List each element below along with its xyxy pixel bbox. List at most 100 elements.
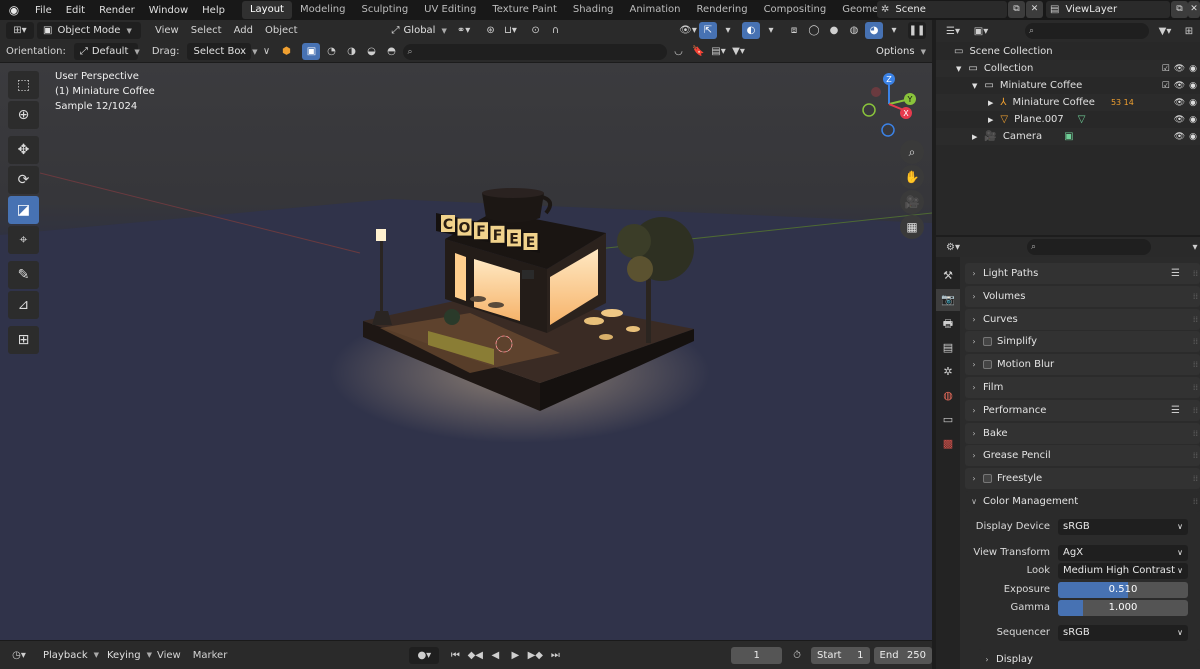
proportional-edit-icon[interactable]: ⊙ bbox=[527, 22, 545, 39]
outliner-row-scene-collection[interactable]: ▭ Scene Collection bbox=[936, 43, 1200, 60]
menu-view[interactable]: View bbox=[149, 25, 185, 36]
timeline-editor-icon[interactable]: ◷▾ bbox=[6, 647, 32, 664]
drag-grip-icon[interactable]: ⁞⁞ bbox=[1193, 315, 1198, 324]
select-invert-icon[interactable]: ◒ bbox=[362, 43, 380, 60]
scene-tab-icon[interactable]: ✲ bbox=[936, 361, 960, 383]
play-reverse-icon[interactable]: ◀ bbox=[486, 647, 504, 664]
collection-tab-icon[interactable]: ▭ bbox=[936, 409, 960, 431]
drag-grip-icon[interactable]: ⁞⁞ bbox=[1193, 269, 1198, 278]
drag-grip-icon[interactable]: ⁞⁞ bbox=[1193, 383, 1198, 392]
eye-icon[interactable]: 👁 bbox=[1174, 115, 1185, 125]
gizmo-neg-z[interactable] bbox=[881, 123, 895, 137]
menu-window[interactable]: Window bbox=[142, 5, 195, 16]
panel-light-paths[interactable]: › Light Paths ☰ ⁞⁞ bbox=[965, 263, 1200, 284]
panel-bake[interactable]: › Bake ⁞⁞ bbox=[965, 422, 1200, 444]
panel-freestyle[interactable]: › Freestyle ⁞⁞ bbox=[965, 468, 1200, 490]
eye-icon[interactable]: 👁 bbox=[1174, 81, 1185, 91]
navigation-gizmo[interactable]: Z Y X bbox=[856, 71, 922, 137]
checkbox-icon[interactable]: ☑ bbox=[1162, 81, 1170, 91]
gamma-slider[interactable]: 1.000 bbox=[1058, 599, 1188, 616]
jump-end-icon[interactable]: ⏭ bbox=[546, 647, 564, 664]
new-collection-icon[interactable]: ⊞ bbox=[1180, 23, 1198, 40]
select-subtract-icon[interactable]: ◑ bbox=[342, 43, 360, 60]
perspective-grid-icon[interactable]: ▦ bbox=[900, 215, 924, 239]
panel-enable-checkbox[interactable] bbox=[983, 474, 992, 484]
material-icon[interactable]: ⬢ bbox=[277, 43, 295, 60]
outliner-search-input[interactable]: ⌕ bbox=[1025, 23, 1149, 39]
select-intersect-icon[interactable]: ◓ bbox=[382, 43, 400, 60]
tab-layout[interactable]: Layout bbox=[241, 1, 292, 19]
outliner-row-miniature-coffee-collection[interactable]: ▼ ▭ Miniature Coffee ☑ 👁 ◉ bbox=[936, 77, 1200, 94]
panel-enable-checkbox[interactable] bbox=[983, 360, 992, 370]
render-tab-icon[interactable]: 📷 bbox=[936, 289, 960, 311]
drag-grip-icon[interactable]: ⁞⁞ bbox=[1193, 429, 1198, 438]
panel-grease-pencil[interactable]: › Grease Pencil ⁞⁞ bbox=[965, 445, 1200, 467]
pivot-point-icon[interactable]: ⚭▾ bbox=[455, 22, 473, 39]
sequencer-dropdown[interactable]: sRGB ∨ bbox=[1058, 624, 1188, 641]
tool-search-input[interactable]: ⌕ bbox=[403, 43, 668, 60]
view-transform-dropdown[interactable]: AgX ∨ bbox=[1058, 544, 1188, 561]
menu-add[interactable]: Add bbox=[228, 25, 259, 36]
mode-dropdown[interactable]: ▣ Object Mode ▼ bbox=[37, 22, 141, 39]
annotate-tool-icon[interactable]: ✎ bbox=[8, 261, 39, 289]
eye-icon[interactable]: 👁 bbox=[1174, 98, 1185, 108]
camera-render-icon[interactable]: ◉ bbox=[1189, 81, 1197, 91]
options-chevron-icon[interactable]: ∨ bbox=[257, 43, 275, 60]
menu-render[interactable]: Render bbox=[92, 5, 142, 16]
camera-render-icon[interactable]: ◉ bbox=[1189, 115, 1197, 125]
gizmo-neg-y[interactable] bbox=[862, 103, 876, 117]
outliner-filter-icon[interactable]: ▼▾ bbox=[1152, 23, 1178, 40]
rotate-tool-icon[interactable]: ⟳ bbox=[8, 166, 39, 194]
eye-icon[interactable]: 👁 bbox=[1174, 64, 1185, 74]
texture-tab-icon[interactable]: ▩ bbox=[936, 433, 960, 455]
timeline-menu-marker[interactable]: Marker bbox=[187, 650, 234, 661]
gizmo-options-icon[interactable]: ▾ bbox=[719, 22, 737, 39]
delete-view-layer-icon[interactable]: ✕ bbox=[1188, 1, 1200, 18]
orientation-dropdown[interactable]: ⤢ Default ▼ bbox=[73, 43, 140, 60]
options-dropdown[interactable]: Options ▼ bbox=[870, 43, 926, 60]
delete-scene-icon[interactable]: ✕ bbox=[1026, 1, 1043, 18]
view-layer-selector[interactable]: ▤ ViewLayer bbox=[1046, 1, 1170, 18]
gizmo-neg-x[interactable] bbox=[871, 87, 881, 97]
3d-viewport[interactable]: COFFEE User Perspective (1) Miniature Co… bbox=[0, 63, 932, 640]
filter-icon[interactable]: ◡ bbox=[669, 43, 687, 60]
current-frame-field[interactable]: 1 bbox=[731, 646, 783, 664]
panel-color-management[interactable]: ∨ Color Management ⁞⁞ bbox=[965, 491, 1200, 512]
drag-grip-icon[interactable]: ⁞⁞ bbox=[1193, 360, 1198, 369]
drag-grip-icon[interactable]: ⁞⁞ bbox=[1193, 406, 1198, 415]
panel-volumes[interactable]: › Volumes ⁞⁞ bbox=[965, 285, 1200, 307]
gizmo-toggle-icon[interactable]: ⇱ bbox=[699, 22, 717, 39]
snap-icon[interactable]: ⊛ bbox=[482, 22, 500, 39]
playback-dropdown[interactable]: Playback ▼ bbox=[37, 646, 99, 664]
funnel-icon[interactable]: ▼▾ bbox=[729, 43, 747, 60]
presets-list-icon[interactable]: ☰ bbox=[1171, 268, 1180, 279]
bookmark-icon[interactable]: 🔖 bbox=[689, 43, 707, 60]
stopwatch-icon[interactable]: ⏱ bbox=[788, 647, 806, 664]
outliner-row-camera[interactable]: ▶ 🎥 Camera ▣ 👁 ◉ bbox=[936, 128, 1200, 145]
outliner-row-collection[interactable]: ▼ ▭ Collection ☑ 👁 ◉ bbox=[936, 60, 1200, 77]
layout-icon[interactable]: ▤▾ bbox=[709, 43, 727, 60]
material-shading-icon[interactable]: ◍ bbox=[845, 22, 863, 39]
drag-grip-icon[interactable]: ⁞⁞ bbox=[1193, 292, 1198, 301]
outliner-row-miniature-coffee-object[interactable]: ▶ ⅄ Miniature Coffee 53 14 👁 ◉ bbox=[936, 94, 1200, 111]
xray-icon[interactable]: ⧈ bbox=[785, 22, 803, 39]
panel-simplify[interactable]: › Simplify ⁞⁞ bbox=[965, 331, 1200, 353]
panel-enable-checkbox[interactable] bbox=[983, 337, 992, 347]
tab-sculpting[interactable]: Sculpting bbox=[353, 1, 416, 19]
drag-grip-icon[interactable]: ⁞⁞ bbox=[1193, 337, 1198, 346]
jump-start-icon[interactable]: ⏮ bbox=[446, 647, 464, 664]
tab-animation[interactable]: Animation bbox=[622, 1, 689, 19]
camera-render-icon[interactable]: ◉ bbox=[1189, 64, 1197, 74]
camera-render-icon[interactable]: ◉ bbox=[1189, 98, 1197, 108]
timeline-menu-view[interactable]: View bbox=[151, 650, 187, 661]
display-device-dropdown[interactable]: sRGB ∨ bbox=[1058, 518, 1188, 535]
select-new-icon[interactable]: ▣ bbox=[302, 43, 321, 60]
scale-tool-icon[interactable]: ◪ bbox=[8, 196, 39, 224]
world-tab-icon[interactable]: ◍ bbox=[936, 385, 960, 407]
drag-dropdown[interactable]: Select Box ▼ bbox=[187, 43, 258, 60]
rendered-shading-icon[interactable]: ◕ bbox=[865, 22, 883, 39]
expand-arrow-icon[interactable]: ▶ bbox=[988, 116, 993, 124]
shading-options-icon[interactable]: ▾ bbox=[885, 22, 903, 39]
mesh-data-icon[interactable]: ▽ bbox=[1078, 114, 1086, 125]
snap-target-icon[interactable]: ⊔▾ bbox=[502, 22, 520, 39]
